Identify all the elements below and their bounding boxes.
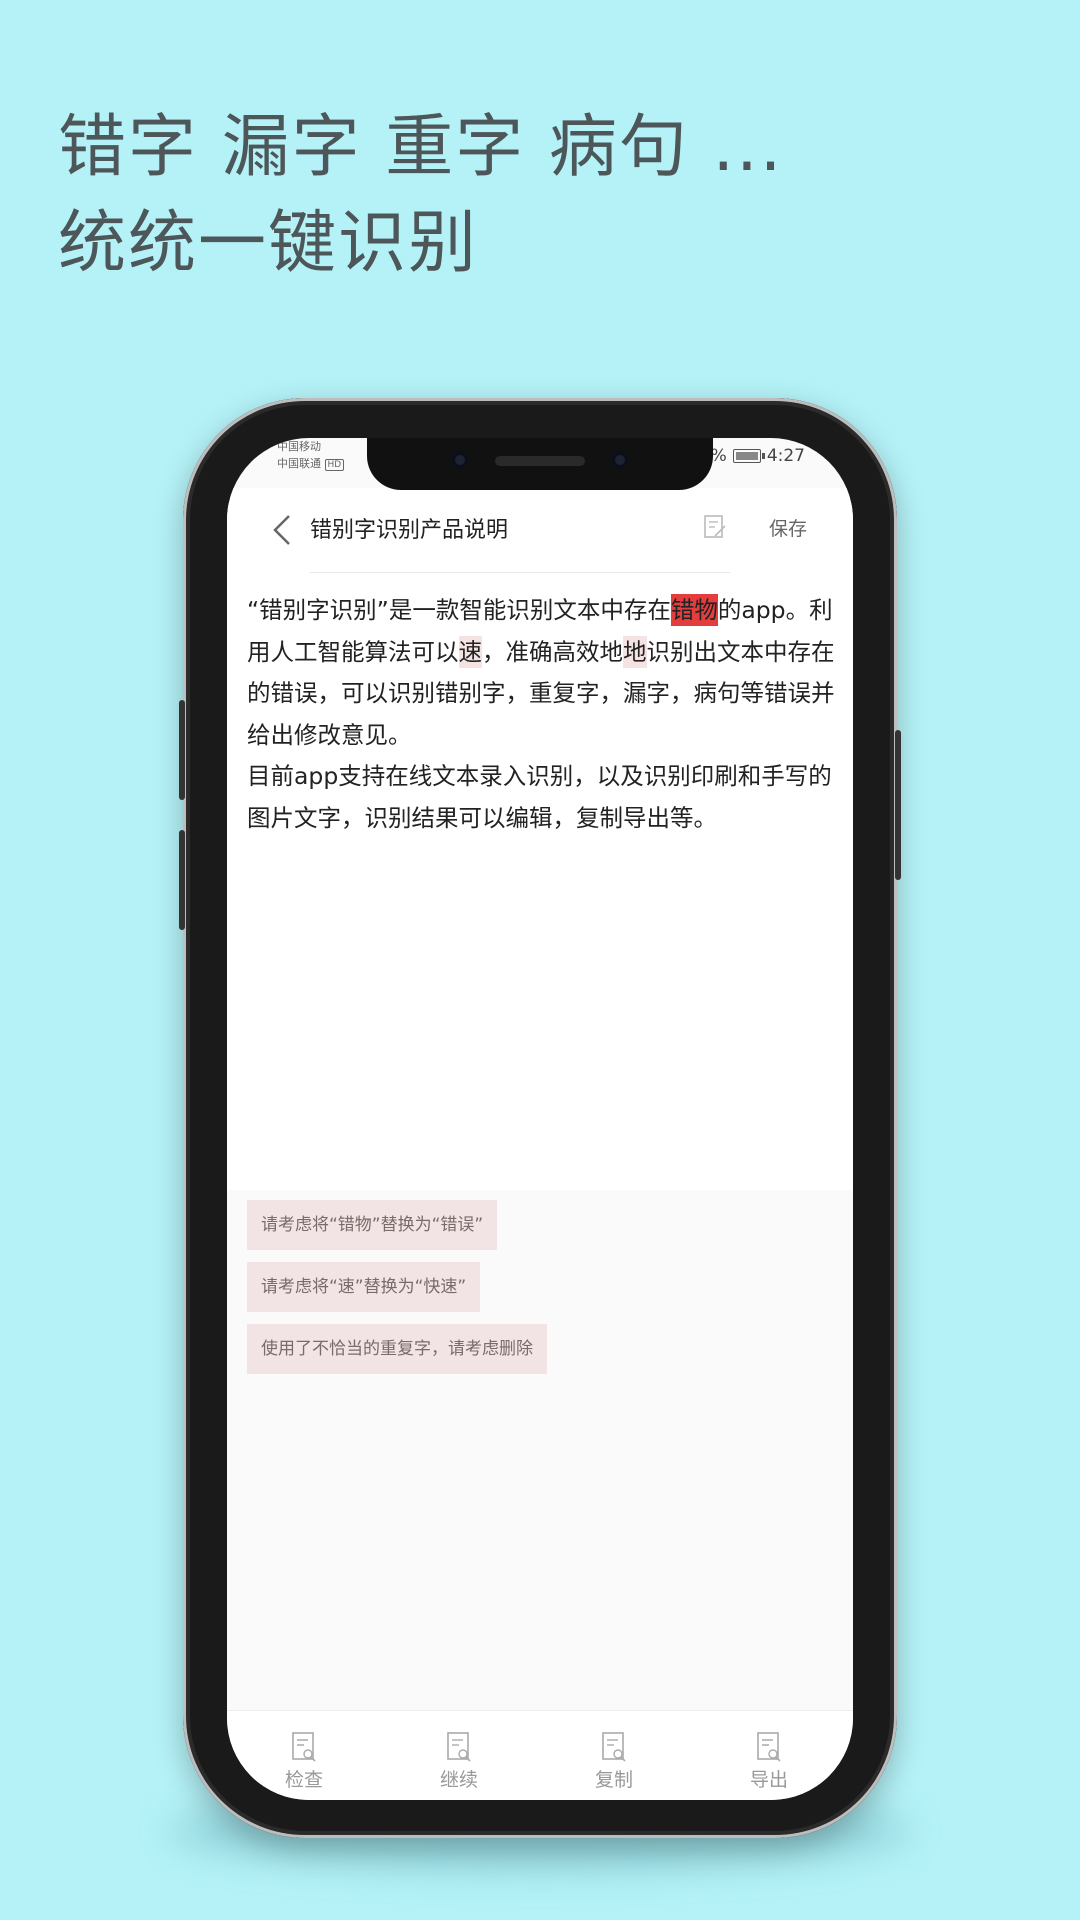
search-doc-icon xyxy=(447,1732,471,1762)
bottom-toolbar: 检查 继续 复制 导出 xyxy=(227,1710,853,1800)
suggestion-chip[interactable]: 请考虑将“速”替换为“快速” xyxy=(247,1262,481,1312)
title-underline xyxy=(310,572,730,573)
search-doc-icon xyxy=(602,1732,626,1762)
front-camera-icon xyxy=(451,451,469,469)
edit-doc-icon[interactable] xyxy=(703,514,727,540)
save-button[interactable]: 保存 xyxy=(769,514,807,541)
signal-text: 26 xyxy=(351,438,362,439)
carrier-1: 中国移动 xyxy=(277,440,321,453)
status-carriers: 中国移动 中国联通 HD 26 xyxy=(277,438,345,474)
status-right: % 4:27 xyxy=(711,446,805,466)
phone-side-button-left-1 xyxy=(179,700,185,800)
hd-badge: HD xyxy=(324,459,345,471)
page-title[interactable]: 错别字识别产品说明 xyxy=(310,512,508,544)
phone-screen: 中国移动 中国联通 HD 26 % 4:27 错别字识别产品说明 保存 “错别字… xyxy=(227,438,853,1800)
suggestion-chip[interactable]: 使用了不恰当的重复字，请考虑删除 xyxy=(247,1324,547,1374)
phone-side-button-right xyxy=(895,730,901,880)
promo-headline: 错字 漏字 重字 病句 ... 统统一键识别 xyxy=(58,100,783,292)
error-highlight[interactable]: 速 xyxy=(458,635,482,668)
phone-notch xyxy=(367,438,713,490)
app-bar: 错别字识别产品说明 保存 xyxy=(227,488,853,578)
suggestion-chip[interactable]: 请考虑将“错物”替换为“错误” xyxy=(247,1200,498,1250)
text-editor[interactable]: “错别字识别”是一款智能识别文本中存在错物的app。利用人工智能算法可以速，准确… xyxy=(227,578,853,1330)
sensor-icon xyxy=(611,451,629,469)
status-time: 4:27 xyxy=(766,446,805,466)
search-doc-icon xyxy=(292,1732,316,1762)
battery-percent: % xyxy=(710,446,727,466)
battery-icon xyxy=(732,449,765,463)
search-doc-icon xyxy=(757,1732,781,1762)
speaker-grille xyxy=(495,456,585,466)
paragraph-2: 目前app支持在线文本录入识别，以及识别印刷和手写的图片文字，识别结果可以编辑，… xyxy=(247,762,832,832)
carrier-2: 中国联通 HD 26 xyxy=(277,455,345,474)
tab-copy[interactable]: 复制 xyxy=(564,1711,664,1792)
headline-line-1: 错字 漏字 重字 病句 ... xyxy=(58,108,784,187)
phone-side-button-left-2 xyxy=(179,830,185,930)
suggestion-panel: 请考虑将“错物”替换为“错误” 请考虑将“速”替换为“快速” 使用了不恰当的重复… xyxy=(227,1190,853,1710)
document-text[interactable]: “错别字识别”是一款智能识别文本中存在错物的app。利用人工智能算法可以速，准确… xyxy=(247,590,837,839)
headline-line-2: 统统一键识别 xyxy=(58,204,479,283)
error-highlight[interactable]: 地 xyxy=(623,635,647,668)
chevron-left-icon[interactable] xyxy=(267,510,297,550)
error-highlight[interactable]: 错物 xyxy=(670,594,718,626)
tab-check[interactable]: 检查 xyxy=(254,1711,354,1792)
tab-continue[interactable]: 继续 xyxy=(409,1711,509,1792)
tab-export[interactable]: 导出 xyxy=(719,1711,819,1792)
